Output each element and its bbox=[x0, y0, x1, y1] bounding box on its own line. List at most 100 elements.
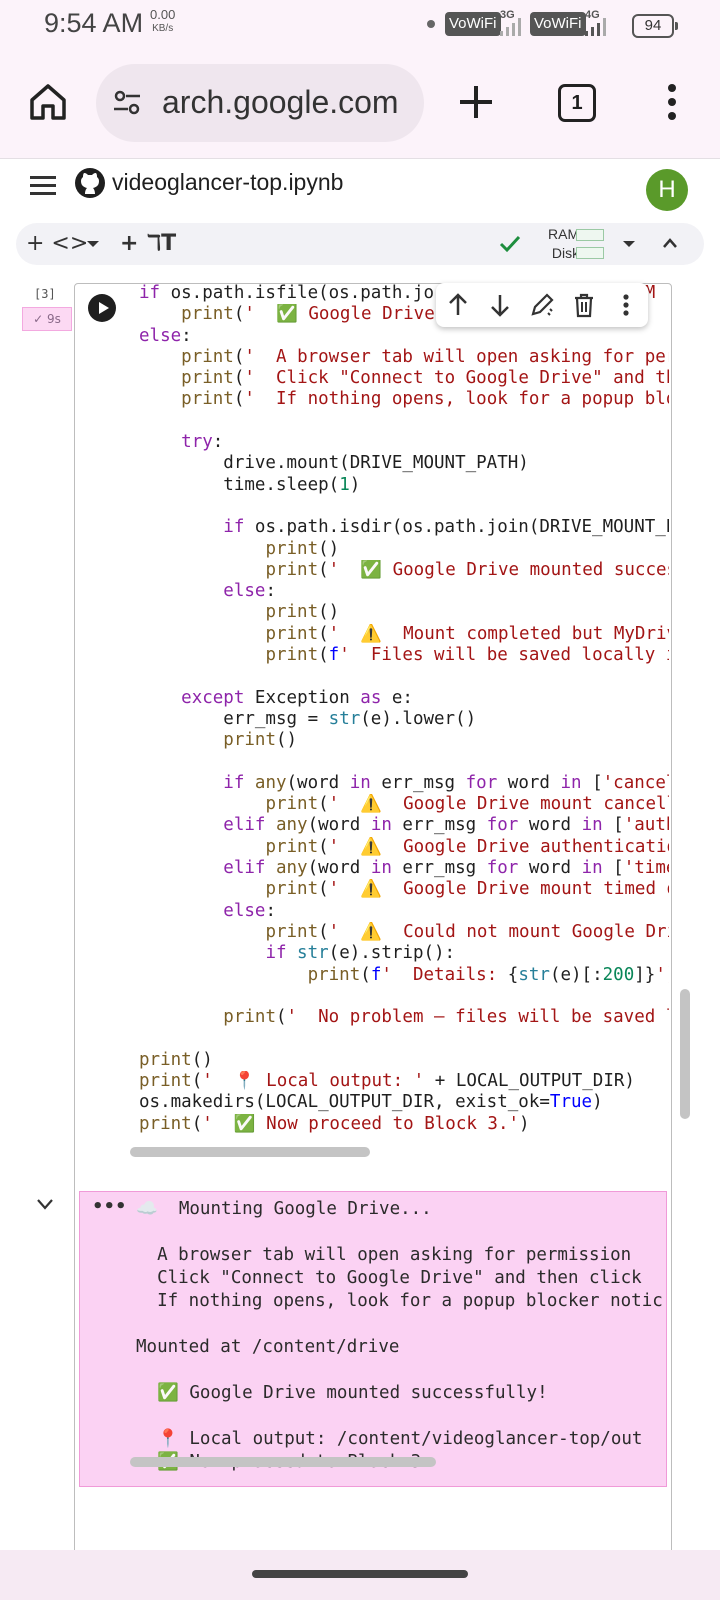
code-line: print() bbox=[265, 602, 340, 623]
execution-time-badge[interactable]: ✓ 9s bbox=[22, 307, 72, 331]
network-speed: 0.00 KB/s bbox=[150, 8, 175, 36]
code-editor[interactable]: if os.path.isfile(os.path.jo 'M print(' … bbox=[139, 283, 669, 1143]
battery-icon: 94 bbox=[632, 14, 678, 38]
output-line: A browser tab will open asking for permi… bbox=[136, 1245, 632, 1265]
edit-icon[interactable] bbox=[528, 291, 556, 319]
code-line: print() bbox=[265, 538, 340, 559]
code-line: except Exception as e: bbox=[181, 687, 413, 708]
output-horizontal-scrollbar[interactable] bbox=[130, 1457, 436, 1467]
network-speed-value: 0.00 bbox=[150, 7, 176, 22]
code-line: drive.mount(DRIVE_MOUNT_PATH) bbox=[139, 453, 529, 474]
more-options-icon[interactable] bbox=[612, 291, 640, 319]
code-line: print(' ⚠️ Mount completed but MyDriv bbox=[265, 623, 669, 644]
output-text: ☁️ Mounting Google Drive... A browser ta… bbox=[136, 1198, 663, 1474]
ram-meter[interactable] bbox=[576, 229, 604, 241]
code-line: print(' If nothing opens, look for a pop… bbox=[181, 389, 669, 410]
site-settings-icon[interactable] bbox=[112, 88, 142, 118]
notebook-toolbar: + <> + ℸT RAM Disk bbox=[16, 223, 704, 265]
clock: 9:54 AM bbox=[44, 8, 144, 38]
page-vertical-scrollbar[interactable] bbox=[680, 989, 690, 1119]
code-line: elif any(word in err_msg for word in ['t… bbox=[223, 858, 669, 879]
code-line: os.makedirs(LOCAL_OUTPUT_DIR, exist_ok=T… bbox=[139, 1092, 603, 1113]
code-line: elif any(word in err_msg for word in ['a… bbox=[223, 815, 669, 836]
address-bar[interactable]: arch.google.com bbox=[96, 64, 424, 142]
runtime-dropdown-icon[interactable] bbox=[622, 239, 636, 249]
notebook-filename[interactable]: videoglancer-top.ipynb bbox=[112, 169, 343, 196]
disk-label: Disk bbox=[551, 245, 580, 261]
delete-icon[interactable] bbox=[570, 291, 598, 319]
collapse-output-icon[interactable] bbox=[36, 1197, 54, 1211]
output-line: If nothing opens, look for a popup block… bbox=[136, 1291, 663, 1311]
output-line: Mounted at /content/drive bbox=[136, 1337, 400, 1357]
run-cell-button[interactable] bbox=[88, 294, 116, 322]
code-line: print(' ⚠️ Could not mount Google Dri bbox=[265, 921, 669, 942]
code-line: else: bbox=[139, 325, 192, 346]
code-line: print(' ✅ Google Drive mounted succes bbox=[265, 559, 669, 580]
gesture-handle[interactable] bbox=[252, 1570, 468, 1578]
avatar[interactable]: H bbox=[646, 169, 688, 211]
network-type-2: 4G bbox=[585, 9, 600, 21]
code-line: if any(word in err_msg for word in ['can… bbox=[223, 772, 669, 793]
code-line: else: bbox=[223, 581, 276, 602]
vowifi-badge-1: VoWiFi bbox=[445, 12, 501, 36]
resource-labels[interactable]: RAM Disk bbox=[548, 225, 579, 263]
add-code-button[interactable]: + <> bbox=[26, 223, 88, 265]
code-line: print(' ⚠️ Google Drive mount cancell bbox=[265, 794, 669, 815]
code-line: print() bbox=[223, 730, 298, 751]
menu-icon[interactable] bbox=[30, 175, 56, 197]
output-line: ☁️ Mounting Google Drive... bbox=[136, 1199, 432, 1219]
code-horizontal-scrollbar[interactable] bbox=[130, 1147, 370, 1157]
move-up-icon[interactable] bbox=[444, 291, 472, 319]
cell-execution-count: [3] bbox=[34, 287, 56, 301]
code-line: print() bbox=[139, 1049, 213, 1070]
code-line: if os.path.isdir(os.path.join(DRIVE_MOUN… bbox=[223, 517, 669, 538]
github-icon bbox=[75, 168, 105, 198]
colab-page: videoglancer-top.ipynb H + <> + ℸT RAM D… bbox=[0, 158, 720, 1595]
add-text-button[interactable]: + ℸT bbox=[120, 223, 176, 265]
code-line: time.sleep(1) bbox=[139, 474, 361, 495]
code-line: print(' ⚠️ Google Drive authenticatio bbox=[265, 836, 669, 857]
code-line: if str(e).strip(): bbox=[265, 943, 456, 964]
disk-meter[interactable] bbox=[576, 247, 604, 259]
code-line: print(f' Details: {str(e)[:200]}') bbox=[307, 964, 669, 985]
code-line: else: bbox=[223, 900, 276, 921]
move-down-icon[interactable] bbox=[486, 291, 514, 319]
cell-toolbar bbox=[436, 283, 648, 327]
status-bar: 9:54 AM 0.00 KB/s VoWiFi 3G VoWiFi 4G 94 bbox=[0, 0, 720, 52]
network-speed-unit: KB/s bbox=[152, 23, 174, 34]
output-line: Click "Connect to Google Drive" and then… bbox=[136, 1268, 642, 1288]
code-line: print(' ✅ Now proceed to Block 3.') bbox=[139, 1113, 530, 1134]
code-line: print(f' Files will be saved locally i bbox=[265, 645, 669, 666]
vowifi-badge-2: VoWiFi bbox=[530, 12, 586, 36]
ram-label: RAM bbox=[548, 226, 580, 242]
code-line: print(' Click "Connect to Google Drive" … bbox=[181, 368, 669, 389]
tab-switcher-button[interactable]: 1 bbox=[558, 84, 596, 122]
home-icon[interactable] bbox=[28, 82, 68, 122]
code-line: print(' 📍 Local output: ' + LOCAL_OUTPUT… bbox=[139, 1070, 635, 1091]
network-type-1: 3G bbox=[500, 9, 515, 21]
code-line: print(' ⚠️ Google Drive mount timed o bbox=[265, 879, 669, 900]
new-tab-icon[interactable] bbox=[456, 82, 496, 122]
code-line: print(' A browser tab will open asking f… bbox=[181, 346, 669, 367]
add-cell-dropdown-icon[interactable] bbox=[86, 239, 100, 249]
chevron-up-icon[interactable] bbox=[662, 237, 678, 249]
url-text[interactable]: arch.google.com bbox=[162, 84, 399, 121]
code-line: try: bbox=[181, 432, 224, 453]
browser-toolbar: arch.google.com 1 bbox=[0, 52, 720, 158]
output-actions-icon[interactable]: ••• bbox=[92, 1196, 127, 1217]
system-nav-bar bbox=[0, 1550, 720, 1600]
connected-check-icon bbox=[499, 235, 521, 253]
browser-menu-icon[interactable] bbox=[662, 82, 682, 122]
notification-dot-icon bbox=[427, 20, 435, 28]
code-line: err_msg = str(e).lower() bbox=[139, 708, 477, 729]
output-line: 📍 Local output: /content/videoglancer-to… bbox=[136, 1429, 643, 1449]
